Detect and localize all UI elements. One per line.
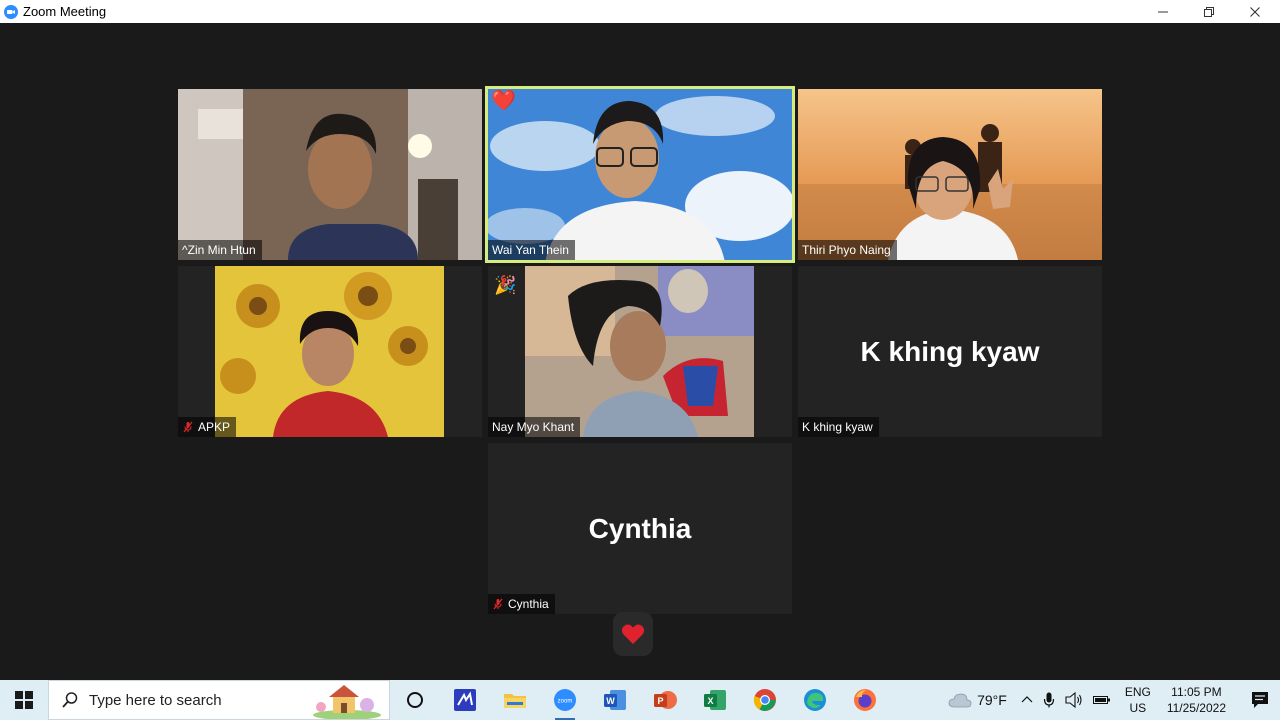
battery-icon[interactable]: [1092, 694, 1111, 706]
zoom-icon: zoom: [554, 689, 576, 711]
participant-name: Cynthia: [508, 597, 549, 611]
participant-name: Wai Yan Thein: [492, 243, 569, 257]
excel-icon: X: [704, 690, 726, 710]
cloud-icon: [948, 693, 972, 708]
minimize-icon: [1158, 11, 1168, 12]
powerpoint-icon: P: [654, 691, 677, 709]
participant-display-name: K khing kyaw: [860, 335, 1040, 367]
window-titlebar: Zoom Meeting: [0, 0, 1280, 23]
search-input[interactable]: [89, 691, 309, 709]
taskbar-app-zoom[interactable]: zoom: [540, 680, 590, 720]
file-explorer-icon: [504, 694, 526, 708]
participant-video: [485, 86, 795, 263]
mic-off-icon: [493, 598, 503, 610]
participant-video: [798, 89, 1102, 260]
participant-name: APKP: [198, 420, 231, 434]
participant-video: [488, 266, 792, 437]
participant-display-name: Cynthia: [588, 512, 692, 544]
reaction-emoji: ❤️: [491, 90, 516, 112]
mic-off-icon: [183, 421, 193, 433]
taskbar-app-vscode[interactable]: [440, 680, 490, 720]
svg-text:W: W: [606, 696, 615, 706]
input-language[interactable]: ENG US: [1125, 684, 1151, 716]
svg-text:zoom: zoom: [558, 699, 573, 705]
start-button[interactable]: [0, 680, 48, 720]
taskbar-app-edge[interactable]: [790, 680, 840, 720]
participant-tile-zin-min-htun[interactable]: ^Zin Min Htun: [178, 89, 482, 260]
participant-tile-nay-myo-khant[interactable]: 🎉 Nay Myo Khant: [488, 266, 792, 437]
microphone-icon[interactable]: [1043, 692, 1055, 708]
taskbar-app-file-explorer[interactable]: [490, 680, 540, 720]
clock-date: 11/25/2022: [1166, 701, 1226, 715]
taskbar-app-excel[interactable]: X: [690, 680, 740, 720]
reaction-emoji: 🎉: [494, 275, 517, 295]
search-icon: [62, 692, 78, 708]
participant-tile-k-khing-kyaw[interactable]: K khing kyaw K khing kyaw: [798, 266, 1102, 437]
participant-tile-thiri-phyo-naing[interactable]: Thiri Phyo Naing: [798, 89, 1102, 260]
participant-name-tag: Wai Yan Thein: [488, 240, 575, 260]
participant-tile-wai-yan-thein[interactable]: ❤️ Wai Yan Thein: [485, 86, 795, 263]
edge-icon: [804, 689, 826, 711]
participant-tile-apkp[interactable]: APKP: [178, 266, 482, 437]
svg-text:P: P: [657, 696, 663, 706]
restore-button[interactable]: [1186, 0, 1232, 23]
vscode-icon: [454, 689, 476, 711]
taskbar-clock[interactable]: 11:05 PM 11/25/2022: [1167, 684, 1226, 716]
participant-video: [178, 89, 482, 260]
zoom-icon: [4, 4, 18, 19]
heart-reaction-button[interactable]: [613, 612, 653, 656]
window-title: Zoom Meeting: [23, 4, 107, 19]
participant-name-tag: Nay Myo Khant: [488, 417, 581, 437]
participant-name-tag: Cynthia: [488, 594, 555, 614]
participant-name-tag: Thiri Phyo Naing: [798, 240, 897, 260]
participant-name-tag: K khing kyaw: [798, 417, 879, 437]
participant-name-tag: ^Zin Min Htun: [178, 240, 262, 260]
participant-name: K khing kyaw: [802, 420, 873, 434]
minimize-button[interactable]: [1140, 0, 1186, 23]
weather-temperature: 79°F: [977, 692, 1007, 708]
language-code: ENG: [1124, 685, 1151, 699]
speaker-icon[interactable]: [1065, 692, 1083, 708]
windows-taskbar: zoom W P X 79°F ENG: [0, 680, 1280, 720]
notification-center-button[interactable]: [1240, 680, 1280, 720]
word-icon: W: [604, 690, 626, 710]
participant-name: Thiri Phyo Naing: [802, 243, 891, 257]
firefox-icon: [854, 689, 876, 711]
windows-icon: [15, 691, 33, 709]
keyboard-layout: US: [1129, 701, 1147, 715]
close-icon: [1250, 6, 1260, 17]
chevron-up-icon[interactable]: [1021, 694, 1033, 706]
task-view-icon: [407, 692, 423, 708]
notification-icon: [1252, 692, 1268, 708]
system-tray: 79°F ENG US 11:05 PM 11/25/2022: [948, 680, 1280, 720]
restore-icon: [1204, 6, 1214, 17]
search-highlight-illustration-icon: [313, 685, 381, 719]
taskbar-app-powerpoint[interactable]: P: [640, 680, 690, 720]
taskbar-search[interactable]: [48, 680, 390, 720]
heart-icon: [621, 624, 645, 644]
chrome-icon: [753, 689, 776, 711]
taskbar-app-firefox[interactable]: [840, 680, 890, 720]
weather-widget[interactable]: 79°F: [948, 692, 1007, 708]
taskbar-app-chrome[interactable]: [740, 680, 790, 720]
participant-video: [178, 266, 482, 437]
participant-name: ^Zin Min Htun: [182, 243, 256, 257]
participant-name: Nay Myo Khant: [492, 420, 575, 434]
clock-time: 11:05 PM: [1171, 685, 1222, 699]
participant-tile-cynthia[interactable]: Cynthia Cynthia: [488, 443, 792, 614]
close-button[interactable]: [1232, 0, 1278, 23]
svg-text:X: X: [707, 696, 713, 706]
participant-name-tag: APKP: [178, 417, 237, 437]
meeting-gallery: ^Zin Min Htun ❤️ Wai Yan Thein Thiri Phy…: [0, 23, 1280, 680]
task-view-button[interactable]: [390, 680, 440, 720]
taskbar-app-word[interactable]: W: [590, 680, 640, 720]
